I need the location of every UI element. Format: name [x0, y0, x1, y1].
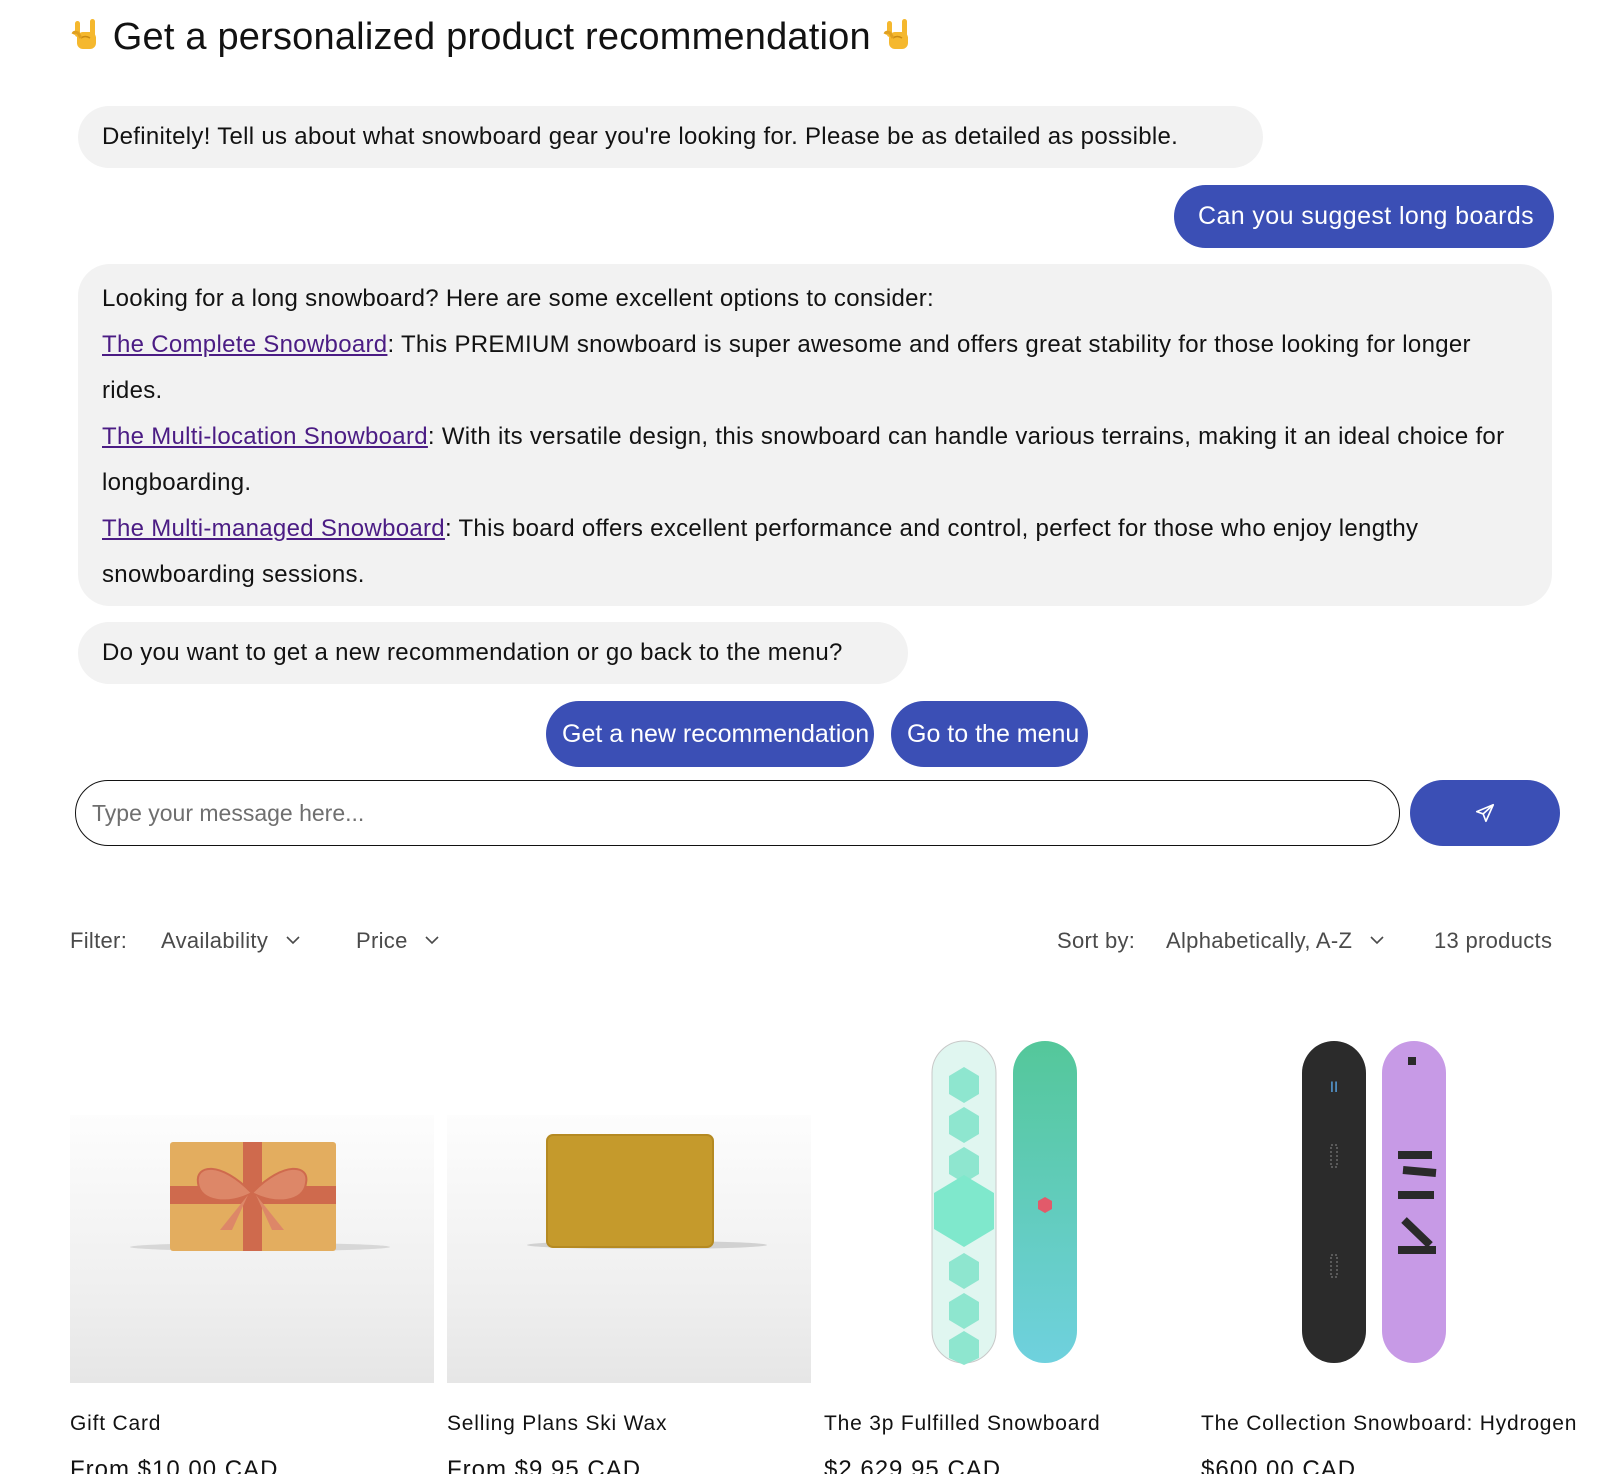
availability-filter-label: Availability [161, 928, 269, 953]
hydrogen-snowboard-image: II [1302, 1041, 1446, 1363]
product-link[interactable]: The Complete Snowboard [102, 331, 387, 358]
product-link[interactable]: The Multi-location Snowboard [102, 423, 428, 450]
price-filter[interactable]: Price [356, 928, 440, 954]
send-icon [1475, 803, 1495, 823]
recommendation-item: The Complete Snowboard: This PREMIUM sno… [102, 322, 1528, 414]
chevron-down-icon [1370, 936, 1384, 945]
bot-reply-intro: Looking for a long snowboard? Here are s… [102, 285, 935, 312]
product-title[interactable]: Gift Card [70, 1412, 161, 1436]
product-image-gift-card[interactable] [70, 1015, 434, 1383]
page-title-text: Get a personalized product recommendatio… [112, 16, 871, 58]
send-button[interactable] [1410, 780, 1560, 846]
product-link[interactable]: The Multi-managed Snowboard [102, 515, 445, 542]
message-input[interactable] [75, 780, 1400, 846]
recommendation-item: The Multi-managed Snowboard: This board … [102, 506, 1528, 598]
sign-of-the-horns-icon [71, 19, 96, 49]
filter-label: Filter: [70, 928, 128, 953]
product-title[interactable]: Selling Plans Ski Wax [447, 1412, 667, 1436]
product-price: $2,629.95 CAD [824, 1456, 1002, 1474]
3p-snowboard-image [931, 1040, 1077, 1365]
ski-wax-image [527, 1134, 767, 1249]
product-title[interactable]: The Collection Snowboard: Hydrogen [1201, 1412, 1577, 1436]
product-price: From $9.95 CAD [447, 1456, 642, 1474]
chevron-down-icon [425, 936, 439, 945]
gift-card-image [130, 1142, 390, 1251]
user-message: Can you suggest long boards [1174, 185, 1554, 248]
product-count: 13 products [1434, 928, 1553, 953]
availability-filter[interactable]: Availability [161, 928, 301, 954]
sort-select-value: Alphabetically, A-Z [1166, 928, 1353, 953]
page-title: Get a personalized product recommendatio… [70, 16, 914, 59]
bot-message-question: Do you want to get a new recommendation … [78, 622, 908, 684]
sort-select[interactable]: Alphabetically, A-Z [1166, 928, 1385, 954]
svg-text:II: II [1330, 1080, 1338, 1096]
chevron-down-icon [285, 936, 300, 945]
recommendation-item: The Multi-location Snowboard: With its v… [102, 414, 1528, 506]
product-image-ski-wax[interactable] [447, 1015, 811, 1383]
product-price: $600.00 CAD [1201, 1456, 1357, 1474]
product-image-hydrogen-snowboard[interactable]: II [1198, 1015, 1562, 1383]
bot-message-intro: Definitely! Tell us about what snowboard… [78, 106, 1263, 168]
product-price: From $10.00 CAD [70, 1456, 279, 1474]
product-image-3p-snowboard[interactable] [823, 1015, 1187, 1383]
go-to-menu-button[interactable]: Go to the menu [891, 701, 1088, 767]
sign-of-the-horns-icon [883, 19, 908, 49]
product-title[interactable]: The 3p Fulfilled Snowboard [824, 1412, 1100, 1436]
new-recommendation-button[interactable]: Get a new recommendation [546, 701, 874, 767]
bot-message-recommendations: Looking for a long snowboard? Here are s… [78, 264, 1552, 606]
price-filter-label: Price [356, 928, 408, 953]
sort-label: Sort by: [1057, 928, 1136, 953]
